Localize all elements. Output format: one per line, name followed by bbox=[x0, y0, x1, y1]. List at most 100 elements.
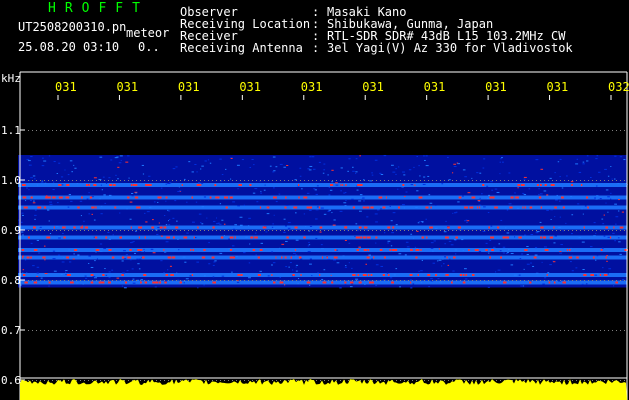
strong-speck bbox=[59, 196, 62, 199]
grid-dot bbox=[212, 330, 213, 331]
grid-dot bbox=[328, 230, 329, 231]
grid-dot bbox=[564, 130, 565, 131]
signal-line bbox=[18, 273, 627, 277]
strong-speck bbox=[471, 196, 476, 199]
grid-dot bbox=[308, 330, 309, 331]
grid-dot bbox=[624, 230, 625, 231]
grid-dot bbox=[500, 180, 501, 181]
strong-speck bbox=[48, 196, 51, 199]
noise-speck bbox=[328, 186, 331, 188]
grid-dot bbox=[256, 380, 257, 381]
grid-dot bbox=[80, 180, 81, 181]
strong-speck bbox=[252, 249, 256, 251]
grid-dot bbox=[608, 230, 609, 231]
strong-speck bbox=[544, 249, 549, 251]
noise-speck bbox=[22, 214, 24, 216]
grid-dot bbox=[476, 230, 477, 231]
grid-dot bbox=[600, 180, 601, 181]
grid-dot bbox=[452, 380, 453, 381]
grid-dot bbox=[216, 330, 217, 331]
grid-dot bbox=[240, 280, 241, 281]
y-tick-label: 0.6 bbox=[1, 374, 21, 387]
noise-speck bbox=[590, 176, 592, 178]
grid-dot bbox=[528, 280, 529, 281]
noise-speck bbox=[371, 172, 373, 174]
noise-speck bbox=[344, 283, 347, 285]
noise-speck bbox=[311, 156, 315, 158]
grid-dot bbox=[352, 330, 353, 331]
grid-dot bbox=[348, 180, 349, 181]
grid-dot bbox=[220, 230, 221, 231]
grid-dot bbox=[560, 380, 561, 381]
grid-dot bbox=[236, 380, 237, 381]
grid-dot bbox=[336, 230, 337, 231]
noise-speck bbox=[45, 195, 48, 197]
grid-dot bbox=[320, 380, 321, 381]
noise-speck bbox=[336, 262, 340, 264]
grid-dot bbox=[132, 180, 133, 181]
noise-speck bbox=[85, 277, 88, 279]
noise-speck bbox=[299, 175, 302, 177]
noise-speck bbox=[392, 212, 396, 214]
grid-dot bbox=[504, 130, 505, 131]
grid-dot bbox=[616, 130, 617, 131]
noise-speck bbox=[231, 271, 233, 273]
grid-dot bbox=[220, 330, 221, 331]
noise-speck bbox=[321, 248, 324, 250]
noise-speck bbox=[526, 246, 529, 248]
grid-dot bbox=[600, 330, 601, 331]
noise-speck bbox=[143, 248, 145, 250]
noise-speck bbox=[453, 166, 457, 168]
strong-speck bbox=[214, 184, 217, 186]
grid-dot bbox=[476, 280, 477, 281]
strong-speck bbox=[502, 281, 507, 284]
strong-speck bbox=[420, 249, 422, 251]
grid-dot bbox=[432, 330, 433, 331]
strong-speck bbox=[536, 184, 539, 186]
noise-speck bbox=[422, 183, 426, 185]
noise-speck bbox=[26, 272, 28, 274]
noise-speck bbox=[506, 282, 509, 284]
noise-speck bbox=[359, 155, 361, 157]
grid-dot bbox=[580, 130, 581, 131]
strong-speck bbox=[391, 281, 395, 284]
noise-speck bbox=[427, 175, 430, 177]
strong-speck bbox=[23, 274, 26, 276]
noise-speck bbox=[309, 258, 312, 260]
grid-dot bbox=[344, 280, 345, 281]
strong-speck bbox=[124, 281, 128, 284]
grid-dot bbox=[388, 380, 389, 381]
noise-speck bbox=[403, 207, 406, 209]
grid-dot bbox=[352, 280, 353, 281]
grid-dot bbox=[208, 380, 209, 381]
noise-speck bbox=[100, 213, 103, 215]
grid-dot bbox=[416, 330, 417, 331]
noise-speck bbox=[154, 286, 157, 288]
strong-speck bbox=[540, 236, 542, 239]
noise-speck bbox=[33, 200, 35, 202]
grid-dot bbox=[484, 380, 485, 381]
noise-speck bbox=[26, 158, 30, 160]
noise-speck bbox=[64, 271, 67, 273]
grid-dot bbox=[144, 180, 145, 181]
noise-speck bbox=[32, 175, 36, 177]
grid-dot bbox=[84, 380, 85, 381]
noise-speck bbox=[172, 217, 175, 219]
noise-speck bbox=[144, 212, 146, 214]
grid-dot bbox=[428, 280, 429, 281]
strong-speck bbox=[318, 206, 321, 209]
grid-dot bbox=[216, 130, 217, 131]
noise-speck bbox=[67, 174, 70, 176]
grid-dot bbox=[28, 230, 29, 231]
noise-speck bbox=[534, 254, 538, 256]
noise-speck bbox=[43, 245, 46, 247]
grid-dot bbox=[84, 330, 85, 331]
grid-dot bbox=[252, 380, 253, 381]
grid-dot bbox=[504, 330, 505, 331]
noise-speck bbox=[231, 245, 235, 247]
noise-speck bbox=[37, 184, 39, 186]
grid-dot bbox=[32, 330, 33, 331]
strong-speck bbox=[164, 281, 167, 284]
grid-dot bbox=[424, 380, 425, 381]
grid-dot bbox=[60, 280, 61, 281]
